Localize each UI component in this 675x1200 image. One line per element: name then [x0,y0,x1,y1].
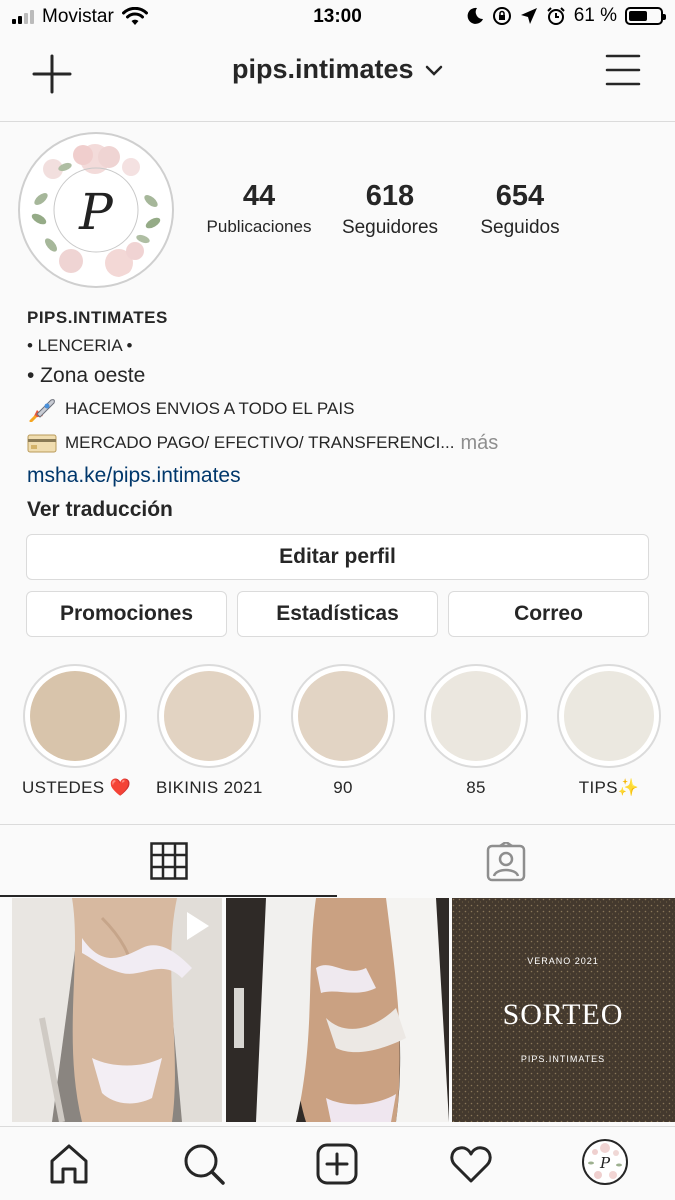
chevron-down-icon [425,65,443,76]
stat-followers[interactable]: 618 Seguidores [328,180,452,239]
avatar-mini: P [586,1143,624,1181]
rotation-lock-icon [492,7,511,25]
stat-following[interactable]: 654 Seguidos [462,180,578,239]
following-count: 654 [495,180,545,212]
followers-label: Seguidores [341,217,439,238]
profile-tabs [0,824,675,897]
bio-line-3: HACEMOS ENVIOS A TODO EL PAIS [27,396,657,422]
highlight-item[interactable]: BIKINIS 2021 [156,664,262,798]
activity-icon[interactable] [448,1141,494,1187]
bio-line-4-text: MERCADO PAGO/ EFECTIVO/ TRANSFERENCI... [65,433,455,452]
stat-posts[interactable]: 44 Publicaciones [196,180,322,237]
highlight-label: 90 [333,778,353,797]
bio-line-4: MERCADO PAGO/ EFECTIVO/ TRANSFERENCI... … [27,430,657,456]
highlight-cover [23,664,127,768]
highlight-cover [424,664,528,768]
moon-icon [467,7,483,24]
highlight-label: USTEDES ❤️ [22,778,131,797]
highlight-item[interactable]: 85 [423,664,529,798]
edit-profile-button[interactable]: Editar perfil [26,534,649,580]
post-image [12,898,222,1122]
svg-text:P: P [599,1154,611,1172]
location-icon [520,8,537,24]
bio-line-3-text: HACEMOS ENVIOS A TODO EL PAIS [65,399,355,418]
battery-percent: 61 % [573,5,617,26]
grid-icon [150,842,188,880]
highlight-label: 85 [466,778,486,797]
alarm-icon [546,7,565,25]
battery-icon [625,7,666,25]
profile-avatar-tab[interactable]: P [582,1139,628,1185]
bottom-nav: P [0,1126,675,1200]
post-thumbnail[interactable]: VERANO 2021 SORTEO PIPS.INTIMATES [452,898,675,1122]
highlight-cover [291,664,395,768]
highlight-label: BIKINIS 2021 [156,778,263,797]
see-translation-link[interactable]: Ver traducción [27,498,657,522]
highlight-item[interactable]: 90 [290,664,396,798]
status-bar: Movistar 13:00 61 % [0,0,675,36]
bio-line-2: • Zona oeste [27,364,146,387]
email-button[interactable]: Correo [448,591,649,637]
posts-label: Publicaciones [206,217,312,236]
bio-link[interactable]: msha.ke/pips.intimates [27,464,657,488]
username-title: pips.intimates [231,54,414,84]
highlight-label: TIPS✨ [578,778,640,797]
svg-text:SORTEO: SORTEO [503,998,624,1031]
highlight-cover [557,664,661,768]
rocket-icon [29,399,55,422]
highlight-item[interactable]: USTEDES ❤️ [22,664,131,798]
post-thumbnail[interactable] [226,898,449,1122]
profile-header: pips.intimates [0,38,675,122]
svg-text:P: P [78,183,114,241]
status-right: 61 % [466,5,666,27]
profile-avatar[interactable]: P [18,132,174,288]
bio-line-1: • LENCERIA • [27,336,133,355]
insights-button[interactable]: Estadísticas [237,591,438,637]
post-image: VERANO 2021 SORTEO PIPS.INTIMATES [452,898,675,1122]
menu-icon[interactable] [605,52,641,88]
highlight-cover [157,664,261,768]
svg-text:VERANO 2021: VERANO 2021 [527,956,599,966]
profile-name: PIPS.INTIMATES [27,308,168,327]
posts-grid: VERANO 2021 SORTEO PIPS.INTIMATES [0,896,675,1124]
avatar-logo: P [25,139,167,281]
following-label: Seguidos [480,217,560,238]
followers-count: 618 [365,180,415,212]
posts-count: 44 [242,180,276,212]
account-switcher[interactable]: pips.intimates [0,54,675,85]
bio-more-link[interactable]: más [460,432,498,455]
post-thumbnail[interactable] [12,898,222,1122]
new-post-icon[interactable] [314,1141,360,1187]
credit-card-icon [27,434,57,453]
tab-tagged[interactable] [337,825,675,897]
highlight-item[interactable]: TIPS✨ [556,664,662,798]
promotions-button[interactable]: Promociones [26,591,227,637]
tab-grid[interactable] [0,825,337,897]
search-icon[interactable] [181,1141,227,1187]
post-image [226,898,449,1122]
svg-text:PIPS.INTIMATES: PIPS.INTIMATES [521,1054,605,1064]
profile-bio: PIPS.INTIMATES • LENCERIA • • Zona oeste… [27,308,657,522]
tagged-icon [486,842,526,882]
home-icon[interactable] [46,1141,92,1187]
